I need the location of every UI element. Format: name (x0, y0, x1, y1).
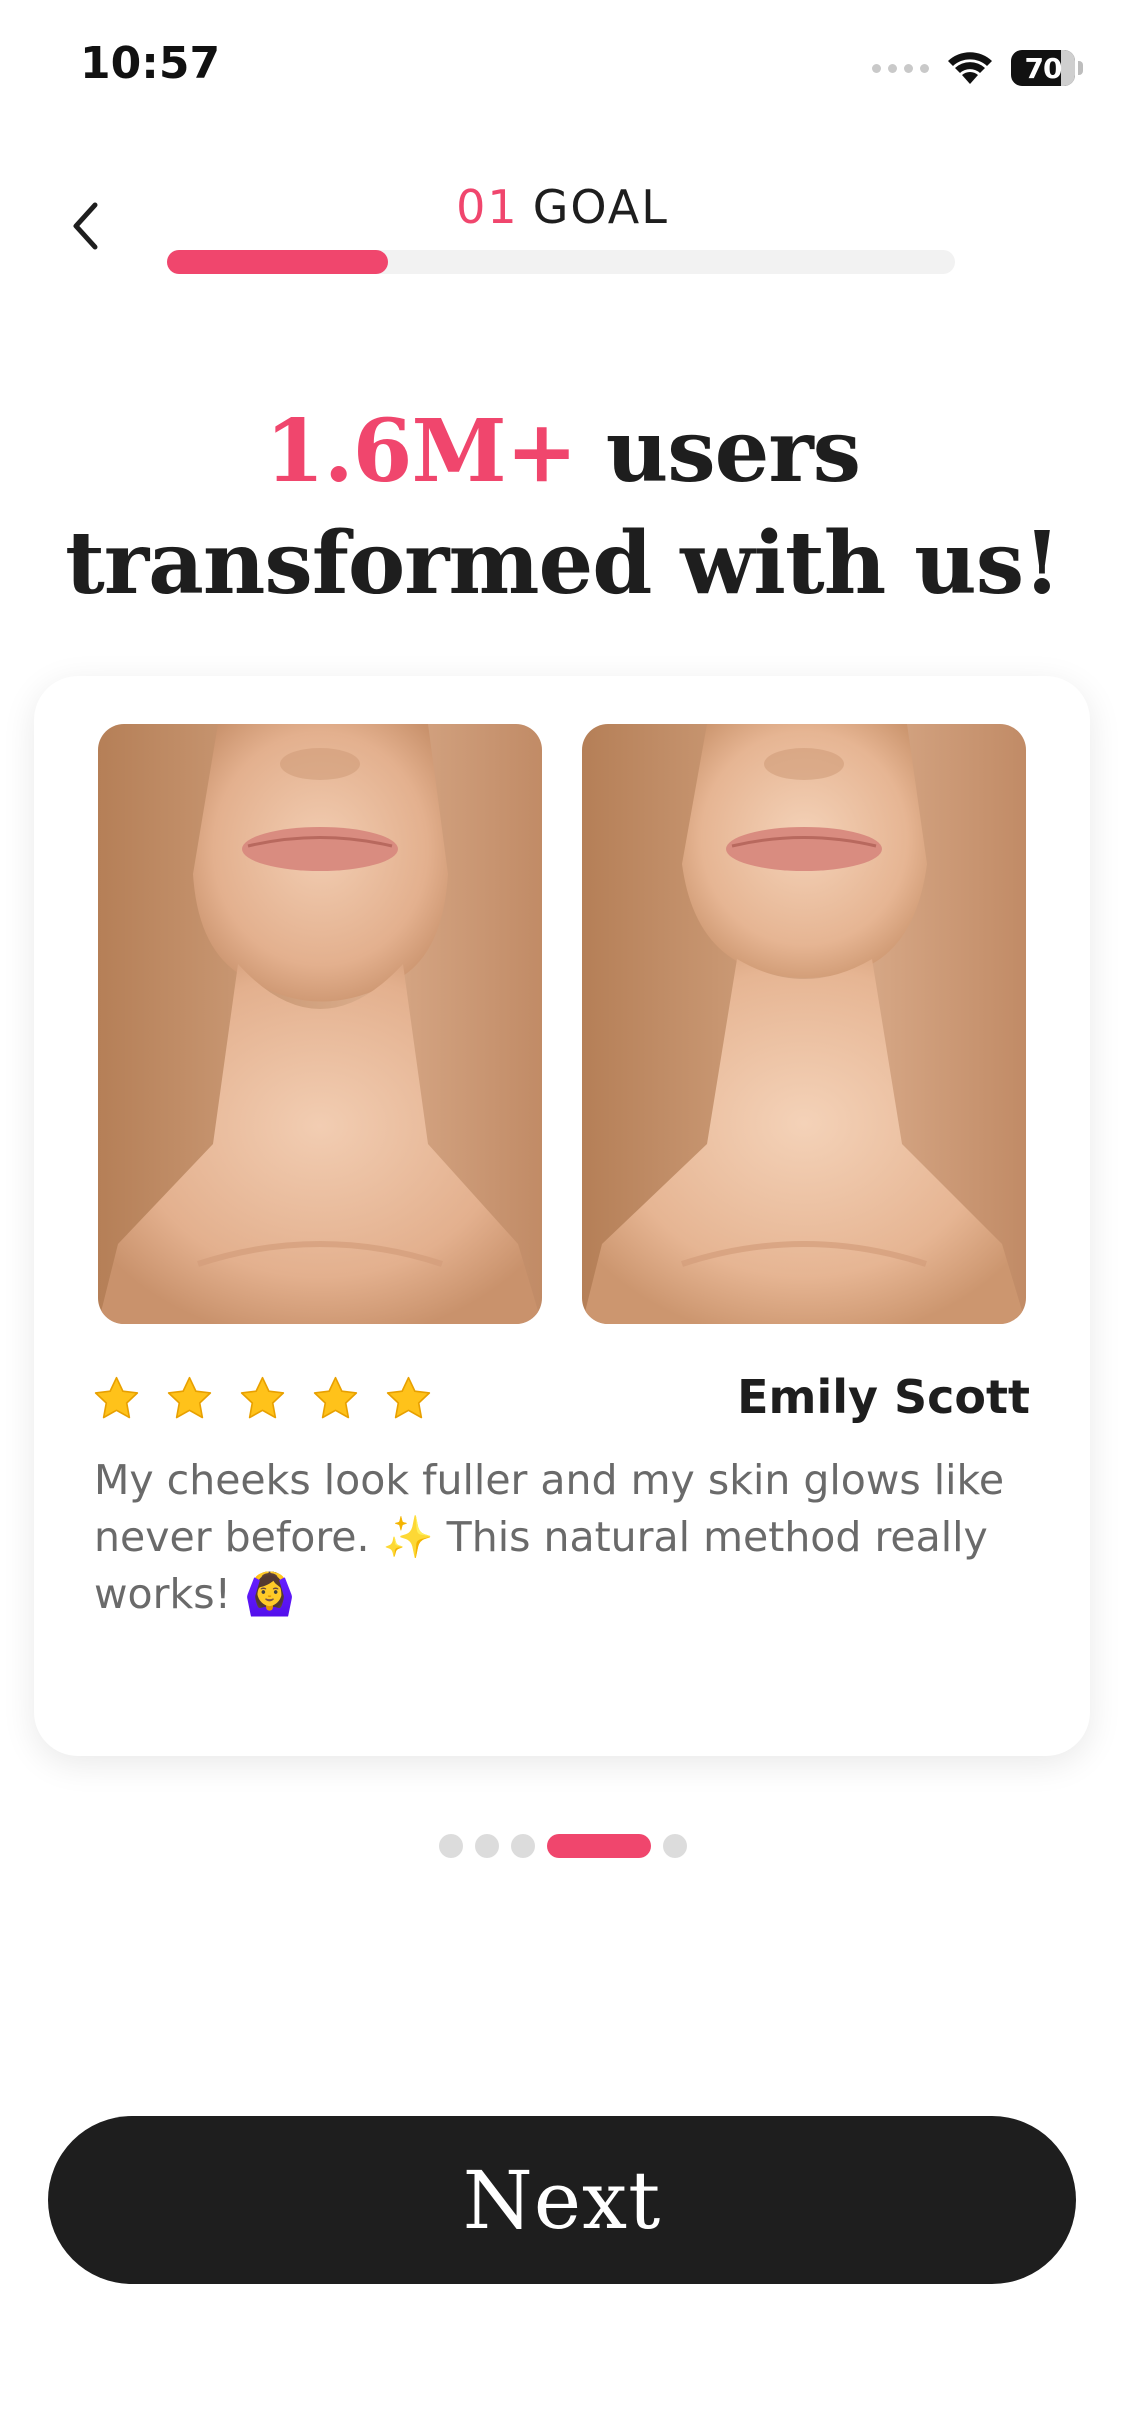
star-icon (386, 1376, 431, 1419)
star-rating (92, 1374, 433, 1423)
star-icon (94, 1376, 139, 1419)
progress-fill (167, 250, 388, 274)
battery-icon: 70 (1011, 50, 1083, 86)
cellular-signal-icon (872, 63, 929, 73)
carousel-pagination[interactable] (0, 1834, 1125, 1858)
pagination-dot[interactable] (662, 1834, 687, 1858)
progress-bar (167, 250, 955, 274)
star-icon (313, 1376, 358, 1419)
pagination-dot-active[interactable] (546, 1834, 651, 1858)
headline-line1: users (576, 401, 861, 502)
pagination-dot[interactable] (474, 1834, 499, 1858)
testimonial-card[interactable]: Emily Scott My cheeks look fuller and my… (34, 676, 1090, 1756)
star-icon (240, 1376, 285, 1419)
star-icon (167, 1376, 212, 1419)
after-photo (582, 724, 1026, 1324)
headline: 1.6M+ users transformed with us! (0, 396, 1125, 620)
step-indicator: 01 GOAL (0, 180, 1125, 234)
reviewer-name: Emily Scott (737, 1370, 1030, 1424)
step-number: 01 (456, 180, 519, 234)
before-photo (98, 724, 542, 1324)
wifi-icon (948, 52, 992, 84)
status-time: 10:57 (80, 38, 221, 89)
pagination-dot[interactable] (438, 1834, 463, 1858)
status-icons: 70 (872, 46, 1083, 90)
next-button[interactable]: Next (48, 2116, 1076, 2284)
headline-line2: transformed with us! (65, 513, 1061, 614)
step-name: GOAL (532, 180, 669, 234)
battery-level: 70 (1024, 51, 1063, 85)
headline-highlight: 1.6M+ (264, 401, 578, 502)
review-text: My cheeks look fuller and my skin glows … (94, 1456, 1005, 1618)
pagination-dot[interactable] (510, 1834, 535, 1858)
